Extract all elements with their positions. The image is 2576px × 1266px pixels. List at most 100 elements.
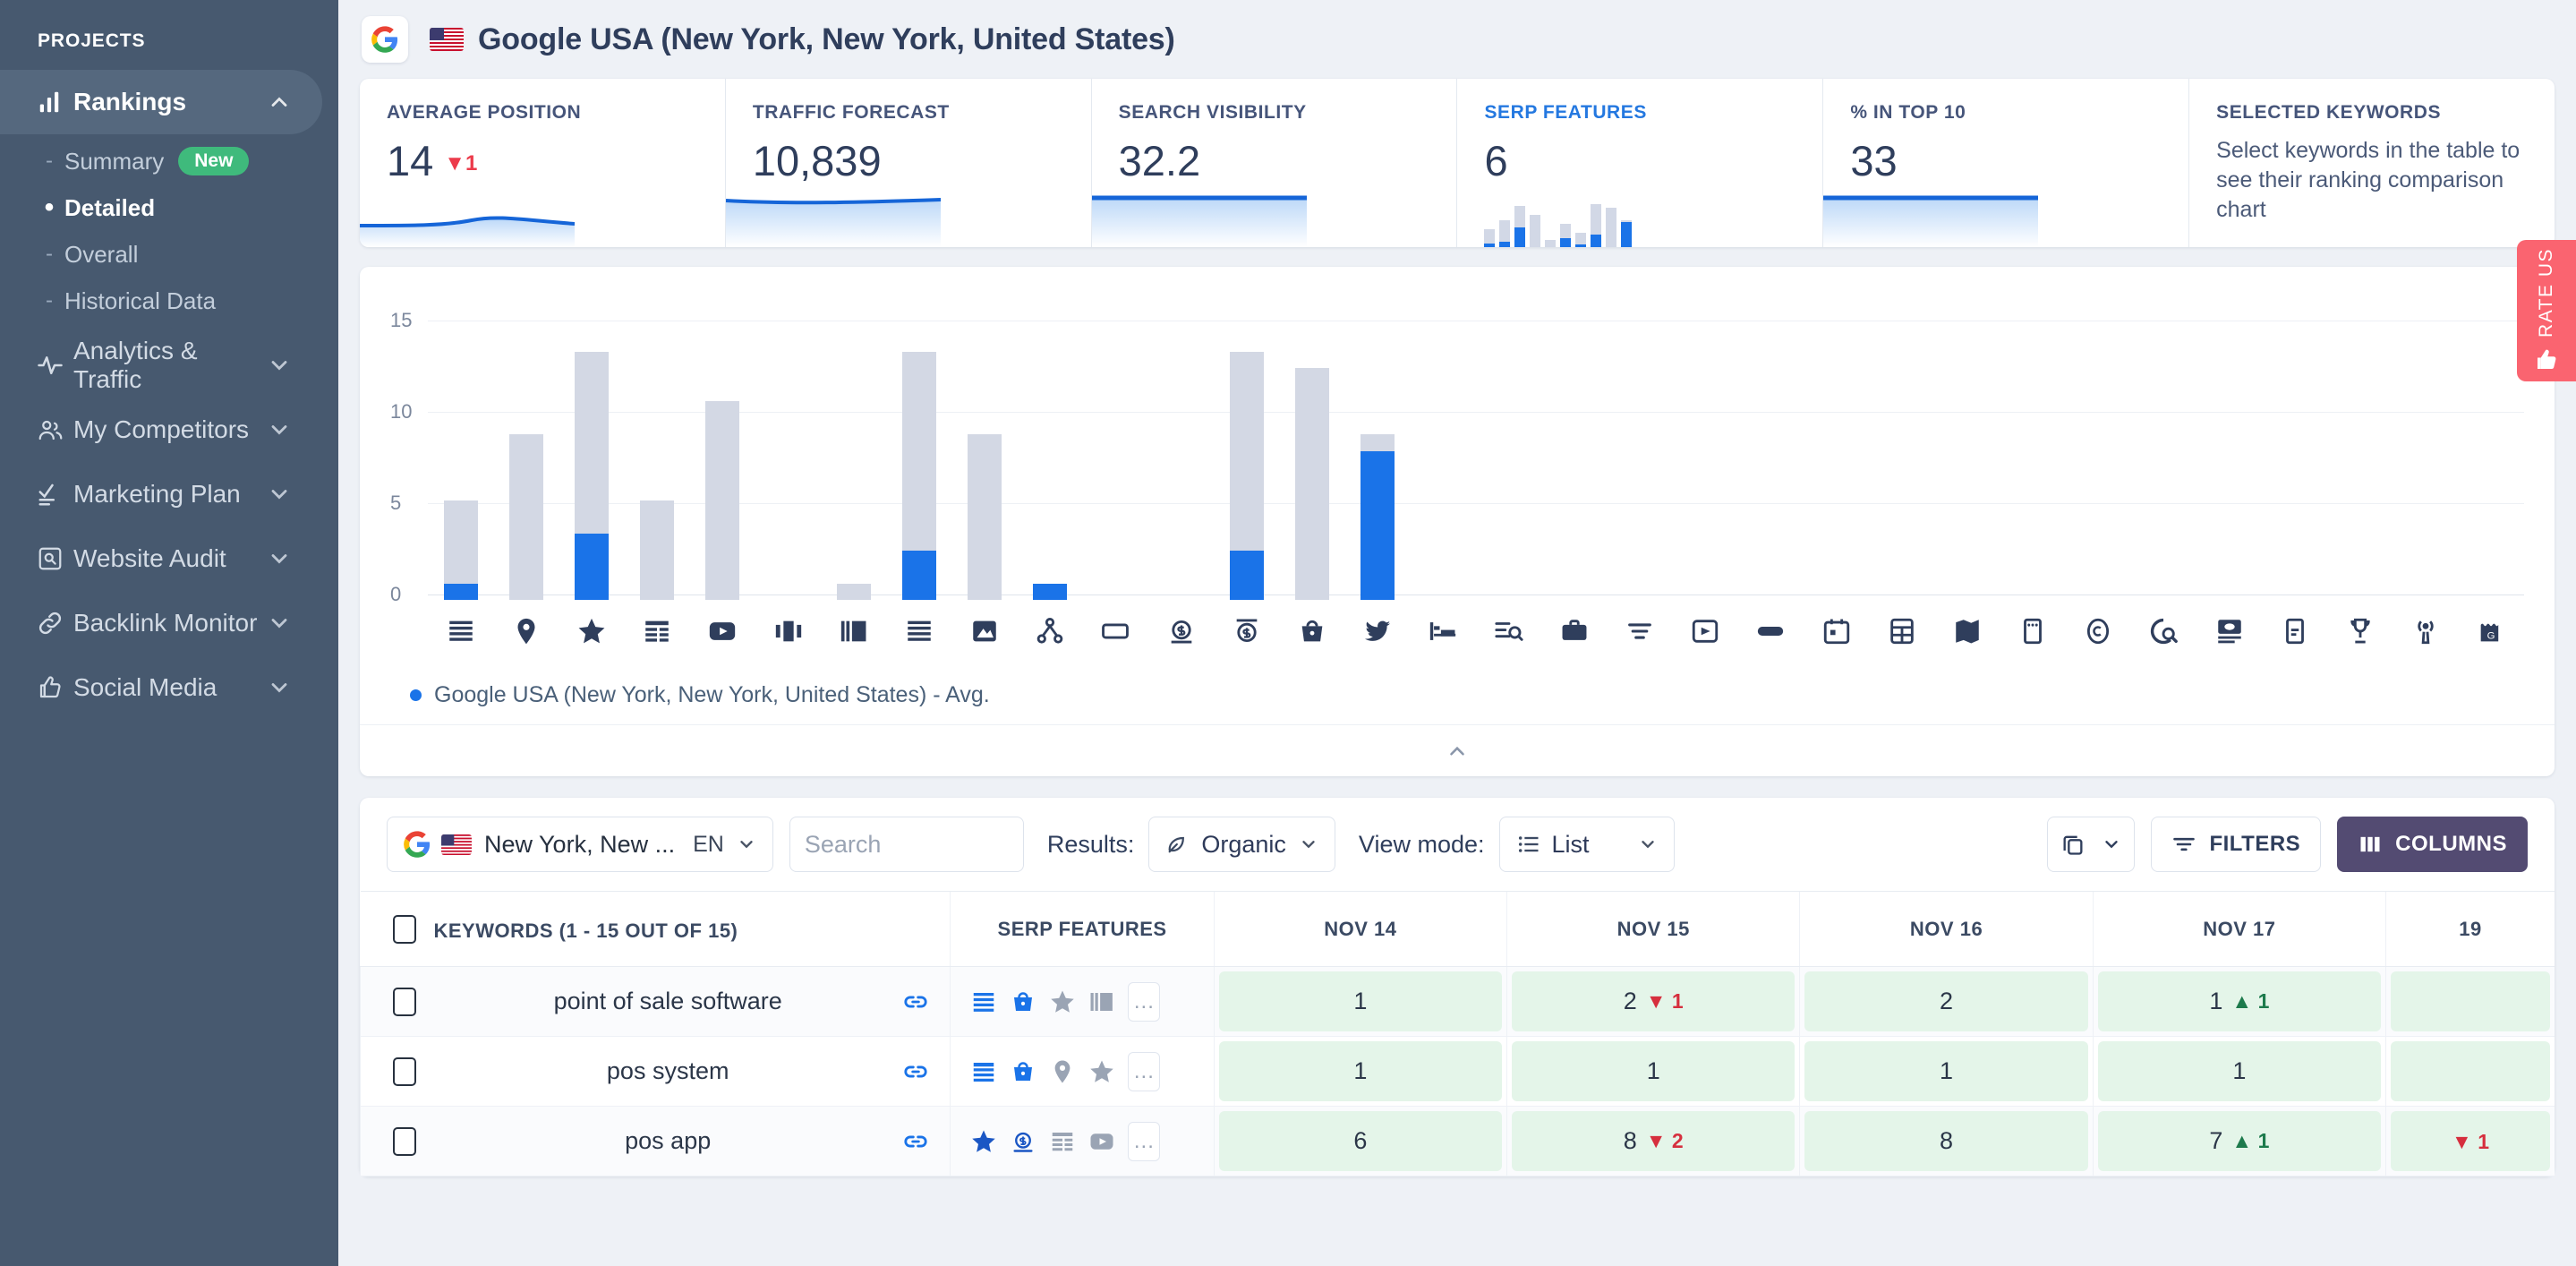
table-row[interactable]: pos system ... 1 1 1 1 bbox=[359, 1036, 2555, 1107]
map-icon[interactable] bbox=[1934, 616, 2000, 646]
bar-column[interactable] bbox=[1804, 313, 1869, 600]
column-header-nov-17[interactable]: NOV 17 bbox=[2092, 891, 2386, 967]
bar-column[interactable] bbox=[690, 313, 755, 600]
columns-button[interactable]: COLUMNS bbox=[2337, 817, 2528, 872]
sidebar-item-overall[interactable]: - Overall bbox=[0, 231, 338, 278]
bar-column[interactable] bbox=[625, 313, 690, 600]
local-pack-icon[interactable] bbox=[1049, 1058, 1076, 1085]
jobs-icon[interactable] bbox=[1541, 616, 1607, 646]
row-checkbox[interactable] bbox=[393, 987, 416, 1016]
flights-icon[interactable] bbox=[2000, 616, 2066, 646]
sidebar-item-historical-data[interactable]: - Historical Data bbox=[0, 278, 338, 324]
bar-column[interactable] bbox=[2393, 313, 2459, 600]
bar-column[interactable] bbox=[821, 313, 886, 600]
more-serp-features-button[interactable]: ... bbox=[1128, 1121, 1161, 1161]
bar-column[interactable] bbox=[2327, 313, 2393, 600]
bar-column[interactable] bbox=[1411, 313, 1476, 600]
reviews-icon[interactable] bbox=[1049, 988, 1076, 1015]
column-header-nov-16[interactable]: NOV 16 bbox=[1799, 891, 2094, 967]
bar-column[interactable] bbox=[428, 313, 493, 600]
events-icon[interactable] bbox=[1804, 616, 1869, 646]
stores-icon[interactable]: G bbox=[2459, 616, 2524, 646]
sitelinks-icon[interactable] bbox=[625, 616, 690, 646]
rate-us-tab[interactable]: RATE US bbox=[2517, 240, 2576, 381]
video-preview-icon[interactable] bbox=[1673, 616, 1738, 646]
news-box-icon[interactable] bbox=[2196, 616, 2262, 646]
search-field[interactable] bbox=[789, 817, 1122, 872]
bar-column[interactable] bbox=[886, 313, 951, 600]
twitter-icon[interactable] bbox=[1345, 616, 1411, 646]
bar-column[interactable] bbox=[493, 313, 559, 600]
more-serp-features-button[interactable]: ... bbox=[1128, 1051, 1161, 1091]
table-row[interactable]: pos app ... 6 8 ▼ 2 8 7 ▲ 1 ▼ 1 bbox=[359, 1106, 2555, 1176]
row-checkbox[interactable] bbox=[393, 1056, 416, 1086]
shopping-icon[interactable] bbox=[1279, 616, 1344, 646]
link-icon[interactable] bbox=[901, 1127, 930, 1156]
instant-answer-icon[interactable] bbox=[1738, 616, 1804, 646]
images-icon[interactable] bbox=[952, 616, 1018, 646]
bar-column[interactable] bbox=[1541, 313, 1607, 600]
visual-stories-icon[interactable] bbox=[2131, 616, 2196, 646]
bar-column[interactable] bbox=[755, 313, 821, 600]
bar-column[interactable] bbox=[2066, 313, 2131, 600]
select-all-checkbox[interactable] bbox=[392, 914, 416, 944]
kpi-traffic-forecast[interactable]: TRAFFIC FORECAST 10,839 bbox=[725, 79, 1092, 247]
recipes-icon[interactable] bbox=[2262, 616, 2327, 646]
bar-column[interactable] bbox=[1148, 313, 1214, 600]
sidebar-item-my-competitors[interactable]: My Competitors bbox=[0, 398, 322, 462]
carousel-icon[interactable] bbox=[755, 616, 821, 646]
bar-column[interactable] bbox=[1869, 313, 1934, 600]
bar-column[interactable] bbox=[952, 313, 1018, 600]
ads-top-icon[interactable] bbox=[1010, 1128, 1036, 1155]
kpi-percent-in-top-10[interactable]: % IN TOP 10 33 bbox=[1823, 79, 2190, 247]
hotels-pack-icon[interactable] bbox=[1411, 616, 1476, 646]
search-engine-location-selector[interactable]: New York, New ... EN bbox=[387, 817, 773, 872]
reviews-icon[interactable] bbox=[1088, 1058, 1115, 1085]
kpi-serp-features[interactable]: SERP FEATURES 6 bbox=[1457, 79, 1824, 247]
bar-column[interactable] bbox=[2131, 313, 2196, 600]
bar-column[interactable] bbox=[1607, 313, 1672, 600]
shopping-icon[interactable] bbox=[1010, 988, 1036, 1015]
bar-column[interactable] bbox=[2196, 313, 2262, 600]
refine-by-icon[interactable] bbox=[1476, 616, 1541, 646]
ads-bottom-icon[interactable] bbox=[1214, 616, 1279, 646]
bar-column[interactable] bbox=[1476, 313, 1541, 600]
bar-column[interactable] bbox=[1934, 313, 2000, 600]
bar-column[interactable] bbox=[1279, 313, 1344, 600]
bar-column[interactable] bbox=[1673, 313, 1738, 600]
bar-column[interactable] bbox=[2000, 313, 2066, 600]
featured-snippet-icon[interactable] bbox=[970, 1058, 997, 1085]
bar-column[interactable] bbox=[2459, 313, 2524, 600]
local-pack-icon[interactable] bbox=[493, 616, 559, 646]
reviews-icon[interactable] bbox=[970, 1128, 997, 1155]
view-mode-select[interactable]: List bbox=[1498, 817, 1675, 872]
bar-column[interactable] bbox=[559, 313, 624, 600]
sidebar-item-backlink-monitor[interactable]: Backlink Monitor bbox=[0, 591, 322, 655]
results-type-select[interactable]: Organic bbox=[1148, 817, 1335, 872]
sidebar-item-analytics-traffic[interactable]: Analytics & Traffic bbox=[0, 333, 322, 398]
video-icon[interactable] bbox=[690, 616, 755, 646]
sidebar-item-summary[interactable]: - Summary New bbox=[0, 138, 338, 184]
more-serp-features-button[interactable]: ... bbox=[1128, 981, 1161, 1022]
link-icon[interactable] bbox=[901, 988, 930, 1016]
kpi-search-visibility[interactable]: SEARCH VISIBILITY 32.2 bbox=[1091, 79, 1458, 247]
reviews-icon[interactable] bbox=[559, 616, 624, 646]
kpi-average-position[interactable]: AVERAGE POSITION 14 ▼1 bbox=[360, 79, 726, 247]
image-pack-icon[interactable] bbox=[821, 616, 886, 646]
shopping-icon[interactable] bbox=[1010, 1058, 1036, 1085]
knowledge-graph-icon[interactable] bbox=[1018, 616, 1083, 646]
column-header-nov-19[interactable]: 19 bbox=[2385, 891, 2555, 967]
image-pack-icon[interactable] bbox=[1088, 988, 1115, 1015]
copy-export-button[interactable] bbox=[2047, 817, 2136, 872]
sidebar-item-website-audit[interactable]: Website Audit bbox=[0, 526, 322, 591]
related-searches-icon[interactable] bbox=[1083, 616, 1148, 646]
podcasts-icon[interactable] bbox=[2393, 616, 2459, 646]
knowledge-panel-icon[interactable] bbox=[886, 616, 951, 646]
link-icon[interactable] bbox=[901, 1057, 930, 1086]
bar-column[interactable] bbox=[2262, 313, 2327, 600]
bar-column[interactable] bbox=[1018, 313, 1083, 600]
bar-column[interactable] bbox=[1083, 313, 1148, 600]
ads-top-icon[interactable] bbox=[1148, 616, 1214, 646]
bar-column[interactable] bbox=[1345, 313, 1411, 600]
copyright-icon[interactable] bbox=[2066, 616, 2131, 646]
